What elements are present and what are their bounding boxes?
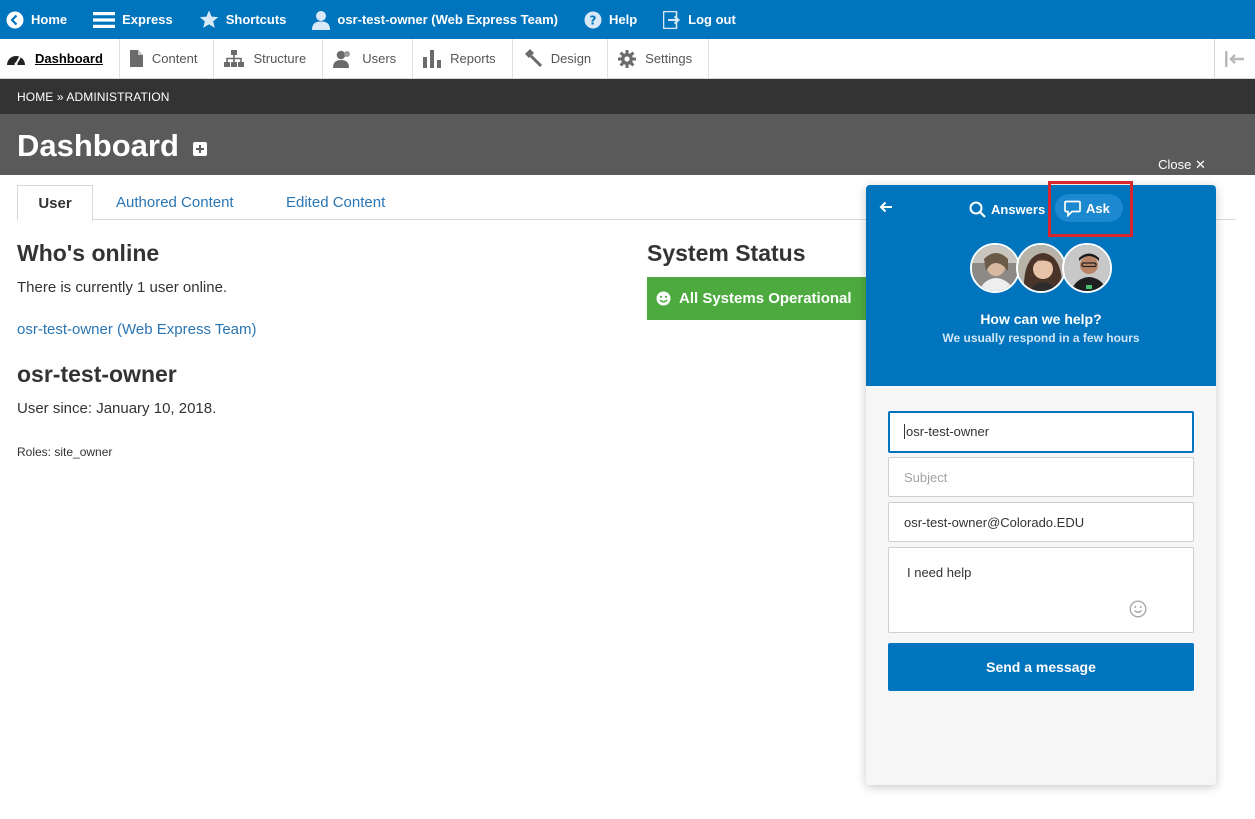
file-icon [129,50,143,67]
tray-item-reports-label: Reports [450,51,496,66]
user-icon [312,10,331,30]
hammer-icon [524,49,542,68]
tray-item-structure-label: Structure [253,51,307,66]
text-caret [904,424,905,439]
star-icon [199,10,218,28]
message-textarea[interactable]: I need help [888,547,1194,633]
tab-edited-content[interactable]: Edited Content [286,185,385,220]
whos-online-heading: Who's online [17,240,160,266]
add-shortcut-button[interactable] [193,142,207,156]
tray-item-design[interactable]: Design [513,39,609,78]
tray-item-reports[interactable]: Reports [413,39,513,78]
toolbar-logout-label: Log out [688,12,736,27]
tab-authored-content[interactable]: Authored Content [116,185,234,220]
name-field-value: osr-test-owner [906,424,990,439]
menu-icon [93,11,116,28]
tray-item-settings-label: Settings [645,51,693,66]
chat-tab-ask[interactable]: Ask [1055,194,1123,222]
tray-item-content-label: Content [151,51,198,66]
toolbar-user-label: osr-test-owner (Web Express Team) [337,12,558,27]
toolbar-express[interactable]: Express [93,0,183,39]
tray-item-dashboard[interactable]: Dashboard [0,39,120,78]
dashboard-gauge-icon [7,55,25,65]
tray-item-design-label: Design [550,51,592,66]
chat-tab-answers[interactable]: Answers [969,197,1045,221]
admin-toolbar: Home Express Shortcuts osr-test-owner (W… [0,0,1255,39]
toolbar-help-label: Help [608,12,638,27]
roles-text: Roles: site_owner [17,445,113,459]
users-icon [333,50,351,68]
user-since-text: User since: January 10, 2018. [17,400,217,417]
chat-widget: Answers Ask How can we help? We usually … [866,185,1216,785]
admin-tray: Dashboard Content Structure Users Report… [0,39,1255,79]
status-badge: All Systems Operational [647,277,877,320]
name-field[interactable]: osr-test-owner [888,411,1194,453]
svg-text:?: ? [589,13,596,27]
bar-chart-icon [423,49,442,68]
agent-avatar-1 [970,243,1020,293]
subject-field[interactable]: Subject [888,457,1194,497]
toolbar-user[interactable]: osr-test-owner (Web Express Team) [312,0,568,39]
search-icon [969,201,986,218]
back-circle-icon [6,11,24,28]
toolbar-express-label: Express [122,12,173,27]
toolbar-help[interactable]: ? Help [584,0,647,39]
breadcrumb[interactable]: HOME » ADMINISTRATION [0,79,1255,114]
agent-avatar-2 [1016,243,1066,293]
tray-item-structure[interactable]: Structure [214,39,324,78]
logout-icon [663,10,681,29]
tab-user[interactable]: User [17,185,93,221]
toolbar-logout[interactable]: Log out [663,0,746,39]
tray-item-content[interactable]: Content [120,39,215,78]
message-textarea-value: I need help [907,565,972,580]
online-count-text: There is currently 1 user online. [17,279,228,296]
chat-help-title: How can we help? [980,311,1102,327]
emoji-icon[interactable] [1129,600,1147,618]
system-status-heading: System Status [647,240,806,266]
collapse-left-icon [1225,50,1244,67]
toolbar-shortcuts[interactable]: Shortcuts [199,0,297,39]
toolbar-home-label: Home [31,12,68,27]
smiley-icon [656,291,671,306]
chat-tab-answers-label: Answers [991,201,1046,217]
send-message-button[interactable]: Send a message [888,643,1194,691]
tray-item-settings[interactable]: Settings [608,39,710,78]
chat-bubble-icon [1064,200,1081,217]
tray-orientation-toggle[interactable] [1214,39,1255,78]
chat-close-button[interactable]: Close ✕ [1148,155,1216,175]
sitemap-icon [224,50,245,67]
online-user-link[interactable]: osr-test-owner (Web Express Team) [17,321,257,338]
toolbar-shortcuts-label: Shortcuts [225,12,287,27]
agent-avatar-3 [1062,243,1112,293]
page-header: Dashboard [0,114,1255,175]
chat-help-subtitle: We usually respond in a few hours [942,331,1140,345]
back-arrow-icon[interactable] [878,199,894,215]
tray-item-users[interactable]: Users [323,39,414,78]
tray-item-users-label: Users [362,51,397,66]
profile-name-heading: osr-test-owner [17,361,177,387]
chat-tab-ask-label: Ask [1086,200,1110,216]
page-title: Dashboard [17,128,179,163]
email-field[interactable]: osr-test-owner@Colorado.EDU [888,502,1194,542]
chat-widget-header: Answers Ask How can we help? We usually … [866,185,1216,386]
gear-icon [618,49,637,68]
status-badge-label: All Systems Operational [679,290,852,307]
toolbar-home[interactable]: Home [6,0,77,39]
question-icon: ? [584,11,602,28]
tray-item-dashboard-label: Dashboard [35,51,103,66]
